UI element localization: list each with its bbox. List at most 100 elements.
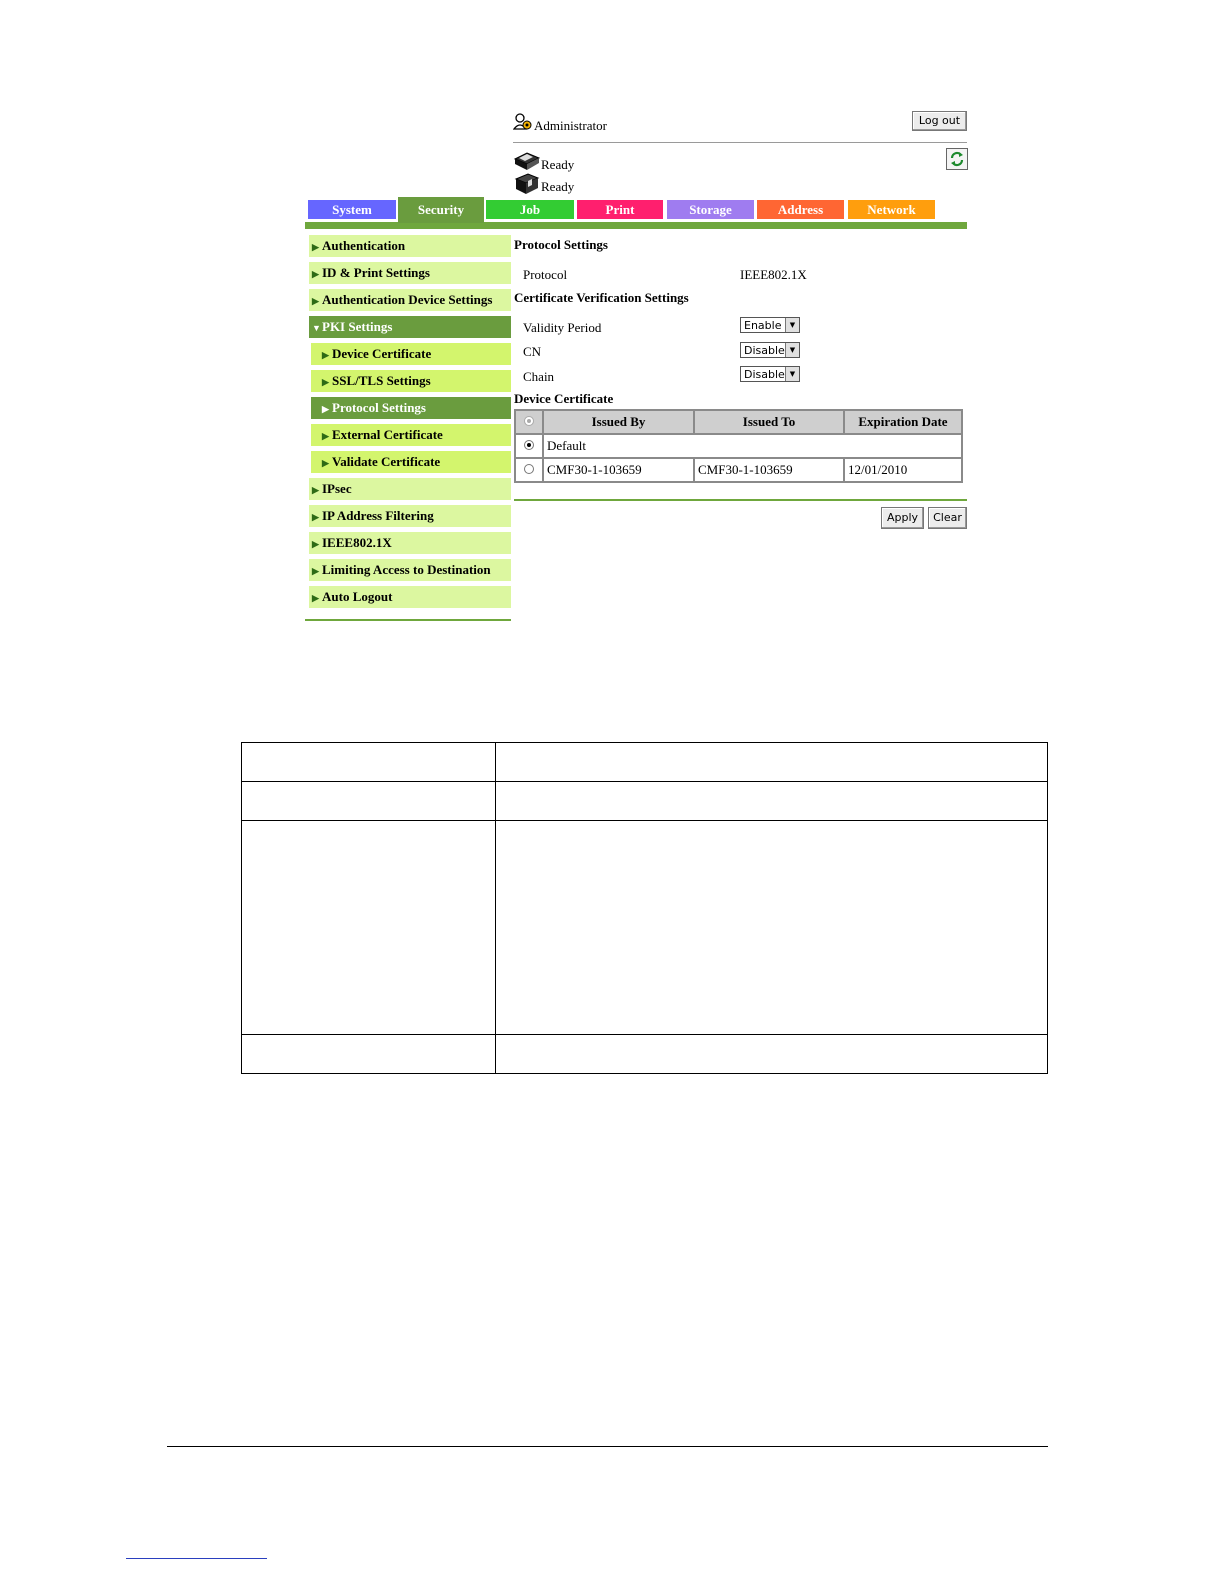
header-radio-cell xyxy=(514,409,544,435)
chain-value: Disable xyxy=(744,368,785,381)
sidebar-item-protocol-settings[interactable]: ▶ Protocol Settings xyxy=(311,397,511,419)
sidebar-item-label: Auto Logout xyxy=(322,589,393,604)
validity-period-label: Validity Period xyxy=(523,320,602,335)
sidebar-item-label: IEEE802.1X xyxy=(322,535,392,550)
sidebar-item-ieee8021x[interactable]: ▶ IEEE802.1X xyxy=(309,532,511,554)
sidebar-item-validate-certificate[interactable]: ▶ Validate Certificate xyxy=(311,451,511,473)
tab-network[interactable]: Network xyxy=(848,200,935,219)
table-cell xyxy=(241,741,496,783)
table-row: Default xyxy=(514,433,963,459)
protocol-value: IEEE802.1X xyxy=(740,267,807,282)
sidebar-item-label: Validate Certificate xyxy=(332,454,441,469)
table-row xyxy=(241,741,1048,783)
protocol-settings-title: Protocol Settings xyxy=(514,237,608,252)
tab-system[interactable]: System xyxy=(308,200,396,219)
chain-label: Chain xyxy=(523,369,555,384)
sidebar-item-device-certificate[interactable]: ▶ Device Certificate xyxy=(311,343,511,365)
default-cell: Default xyxy=(542,433,963,459)
table-cell xyxy=(495,741,1048,783)
sidebar-item-authentication[interactable]: ▶ Authentication xyxy=(309,235,511,257)
scanner-status: Ready xyxy=(513,172,613,194)
radio-cell xyxy=(514,433,544,459)
refresh-icon[interactable] xyxy=(946,148,968,170)
sidebar-item-limiting-access[interactable]: ▶ Limiting Access to Destination xyxy=(309,559,511,581)
sidebar-item-external-certificate[interactable]: ▶ External Certificate xyxy=(311,424,511,446)
validity-period-select[interactable]: Enable ▼ xyxy=(740,317,800,333)
clear-button[interactable]: Clear xyxy=(928,507,967,529)
table-header-row: Issued By Issued To Expiration Date xyxy=(514,409,963,435)
table-cell xyxy=(241,1033,496,1075)
sidebar-item-label: Protocol Settings xyxy=(332,400,426,415)
arrow-right-icon: ▶ xyxy=(322,377,329,387)
arrow-right-icon: ▶ xyxy=(322,458,329,468)
printer-status: Ready xyxy=(513,150,613,172)
user-label: Administrator xyxy=(534,118,607,133)
sidebar-item-auto-logout[interactable]: ▶ Auto Logout xyxy=(309,586,511,608)
issued-to-cell: CMF30-1-103659 xyxy=(693,457,845,483)
arrow-right-icon: ▶ xyxy=(312,566,319,576)
sidebar-item-label: PKI Settings xyxy=(322,319,393,334)
sidebar-item-label: Device Certificate xyxy=(332,346,432,361)
main-tabs: System Security Job Print Storage Addres… xyxy=(305,197,967,230)
arrow-right-icon: ▶ xyxy=(312,593,319,603)
sidebar-item-pki-settings[interactable]: ▼PKI Settings xyxy=(309,316,511,338)
issued-by-cell: CMF30-1-103659 xyxy=(542,457,695,483)
sidebar-item-label: IPsec xyxy=(322,481,352,496)
column-header-issued-by: Issued By xyxy=(542,409,695,435)
sidebar-item-label: ID & Print Settings xyxy=(322,265,430,280)
arrow-right-icon: ▶ xyxy=(312,242,319,252)
tab-security[interactable]: Security xyxy=(398,197,484,223)
tab-storage[interactable]: Storage xyxy=(667,200,754,219)
expiration-date-cell: 12/01/2010 xyxy=(843,457,963,483)
tab-address[interactable]: Address xyxy=(757,200,844,219)
sidebar-item-authentication-device-settings[interactable]: ▶ Authentication Device Settings xyxy=(309,289,511,311)
tab-print[interactable]: Print xyxy=(577,200,663,219)
chain-select[interactable]: Disable ▼ xyxy=(740,366,800,382)
sidebar-item-label: Authentication Device Settings xyxy=(322,292,493,307)
table-row xyxy=(241,781,1048,822)
column-header-issued-to: Issued To xyxy=(693,409,845,435)
sidebar-item-label: Authentication xyxy=(322,238,406,253)
logout-button[interactable]: Log out xyxy=(912,111,967,131)
table-row xyxy=(241,1033,1048,1075)
tab-job[interactable]: Job xyxy=(486,200,574,219)
scanner-icon xyxy=(514,173,540,194)
arrow-right-icon: ▶ xyxy=(312,512,319,522)
device-certificate-title: Device Certificate xyxy=(514,391,614,406)
dropdown-arrow-icon: ▼ xyxy=(785,318,799,332)
protocol-label: Protocol xyxy=(523,267,568,282)
sidebar-item-ip-address-filtering[interactable]: ▶ IP Address Filtering xyxy=(309,505,511,527)
sidebar-item-label: External Certificate xyxy=(332,427,443,442)
device-certificate-table: Issued By Issued To Expiration Date Defa… xyxy=(514,409,963,483)
footer-rule xyxy=(167,1446,1048,1447)
header-radio xyxy=(524,416,534,426)
sidebar-item-label: SSL/TLS Settings xyxy=(332,373,431,388)
arrow-right-icon: ▶ xyxy=(322,431,329,441)
table-cell xyxy=(495,781,1048,822)
sidebar-item-id-print-settings[interactable]: ▶ ID & Print Settings xyxy=(309,262,511,284)
dropdown-arrow-icon: ▼ xyxy=(785,343,799,357)
description-table xyxy=(241,741,1048,1075)
table-cell xyxy=(241,820,496,1035)
table-row xyxy=(241,820,1048,1035)
arrow-right-icon: ▶ xyxy=(312,269,319,279)
scanner-status-label: Ready xyxy=(541,179,575,194)
cert-verification-title: Certificate Verification Settings xyxy=(514,290,689,305)
default-radio[interactable] xyxy=(524,440,534,450)
table-row: CMF30-1-103659 CMF30-1-103659 12/01/2010 xyxy=(514,457,963,483)
apply-button[interactable]: Apply xyxy=(881,507,924,529)
sidebar-item-label: Limiting Access to Destination xyxy=(322,562,491,577)
arrow-right-icon: ▶ xyxy=(322,404,329,414)
arrow-right-icon: ▶ xyxy=(312,296,319,306)
printer-status-label: Ready xyxy=(541,157,575,172)
cn-select[interactable]: Disable ▼ xyxy=(740,342,800,358)
column-header-expiration-date: Expiration Date xyxy=(843,409,963,435)
sidebar-item-ssl-tls-settings[interactable]: ▶ SSL/TLS Settings xyxy=(311,370,511,392)
certificate-radio[interactable] xyxy=(524,464,534,474)
footer-link-underline xyxy=(126,1558,267,1559)
sidebar-item-label: IP Address Filtering xyxy=(322,508,434,523)
sidebar-bottom-rule xyxy=(305,619,511,621)
user-bar: Administrator Log out xyxy=(513,110,967,143)
sidebar-item-ipsec[interactable]: ▶ IPsec xyxy=(309,478,511,500)
validity-period-value: Enable xyxy=(744,319,782,332)
